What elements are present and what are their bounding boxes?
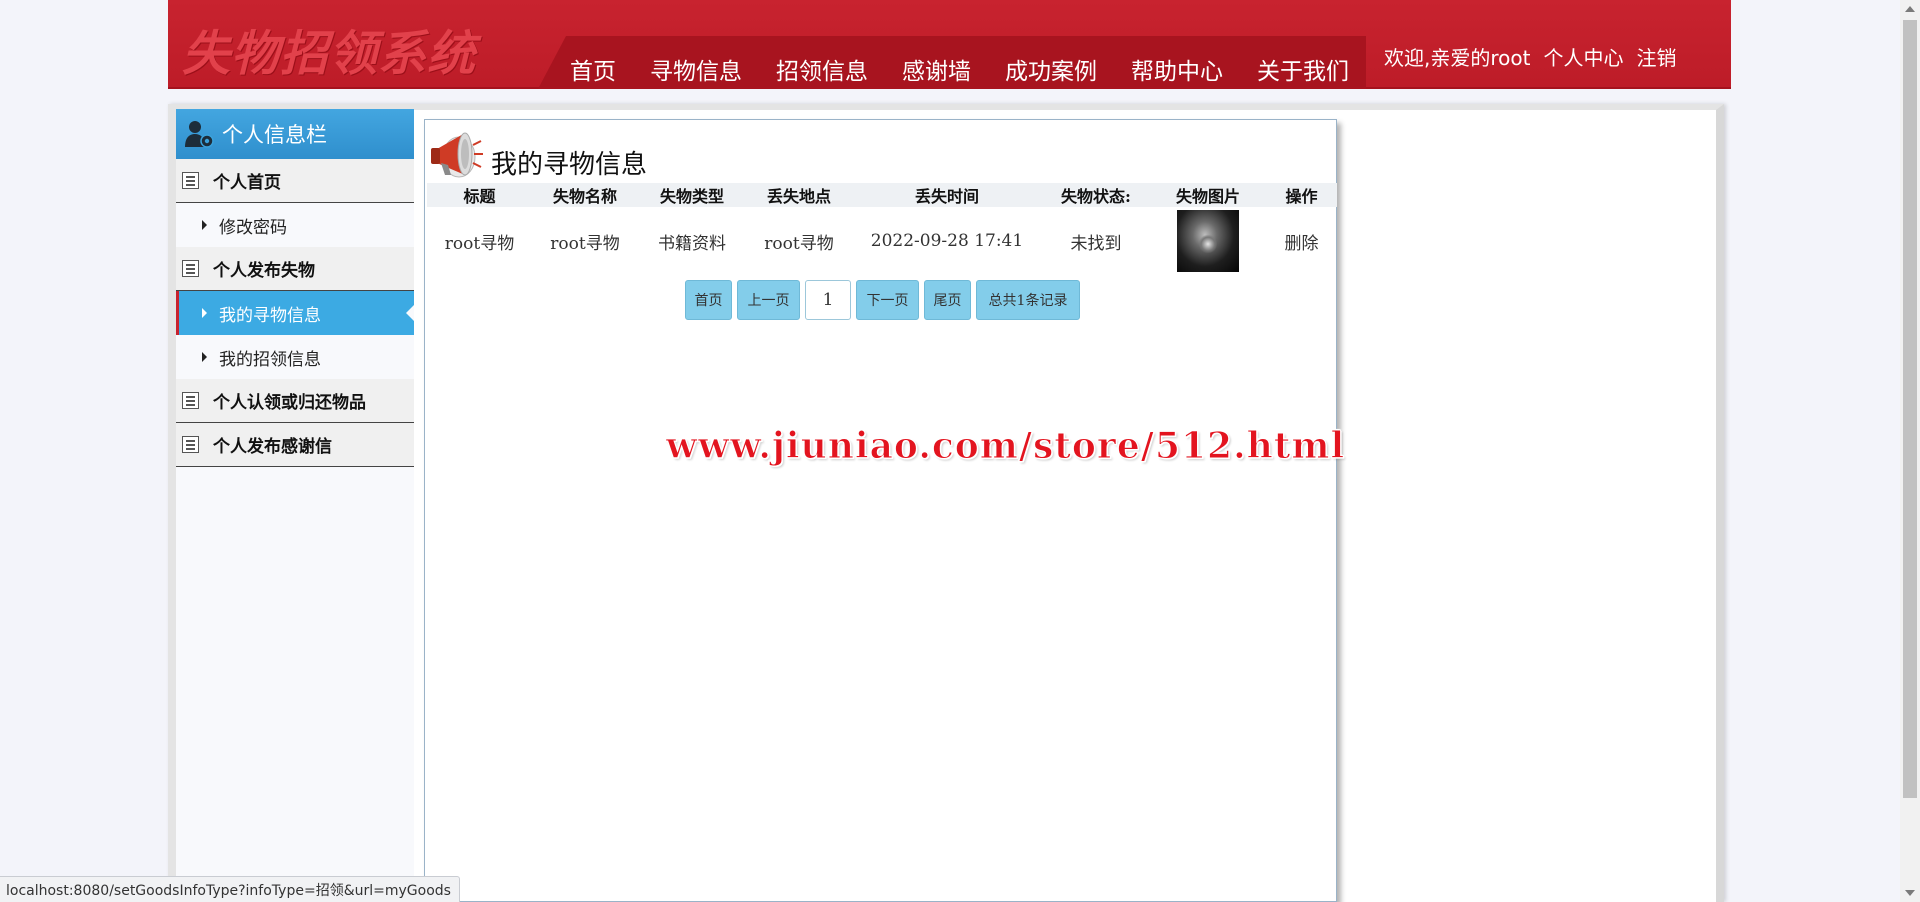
total-records-label: 总共1条记录 <box>976 280 1080 320</box>
site-header: 失物招领系统 首页 寻物信息 招领信息 感谢墙 成功案例 帮助中心 关于我们 欢… <box>168 0 1731 89</box>
site-logo[interactable]: 失物招领系统 <box>182 14 476 84</box>
user-area: 欢迎,亲爱的root 个人中心 注销 <box>1384 42 1676 71</box>
nav-item-about[interactable]: 关于我们 <box>1240 52 1366 86</box>
nav-item-found-info[interactable]: 招领信息 <box>759 52 885 86</box>
cell-action: 删除 <box>1266 207 1337 275</box>
sidebar-item-my-found-info[interactable]: 我的招领信息 <box>176 335 414 379</box>
cell-location: root寻物 <box>764 233 834 254</box>
document-icon <box>182 172 199 189</box>
scrollbar-thumb[interactable] <box>1903 20 1917 798</box>
page-number-input[interactable] <box>805 280 851 320</box>
main-panel: 我的寻物信息 标题 失物名称 失物类型 丢失地点 丢失时间 失物状态: 失物图片… <box>424 119 1337 902</box>
lost-items-table: 标题 失物名称 失物类型 丢失地点 丢失时间 失物状态: 失物图片 操作 roo… <box>427 183 1337 275</box>
main-nav: 首页 寻物信息 招领信息 感谢墙 成功案例 帮助中心 关于我们 <box>553 52 1366 86</box>
logout-link[interactable]: 注销 <box>1636 42 1676 71</box>
caret-right-icon <box>202 352 207 362</box>
pagination: 首页 上一页 下一页 尾页 总共1条记录 <box>685 280 1080 320</box>
scroll-up-arrow-icon[interactable] <box>1905 6 1915 12</box>
prev-page-button[interactable]: 上一页 <box>737 280 800 320</box>
sidebar-section-claim-return[interactable]: 个人认领或归还物品 <box>176 379 414 423</box>
next-page-button[interactable]: 下一页 <box>856 280 919 320</box>
item-photo[interactable] <box>1177 210 1239 272</box>
sidebar-section-home[interactable]: 个人首页 <box>176 159 414 203</box>
cell-time: 2022-09-28 17:41 <box>870 231 1024 251</box>
table-header-row: 标题 失物名称 失物类型 丢失地点 丢失时间 失物状态: 失物图片 操作 <box>427 183 1337 207</box>
sidebar-section-label: 个人认领或归还物品 <box>213 393 366 413</box>
sidebar-section-published-lost[interactable]: 个人发布失物 <box>176 247 414 291</box>
scroll-down-arrow-icon[interactable] <box>1905 890 1915 896</box>
column-header: 失物图片 <box>1150 183 1266 207</box>
nav-item-lost-info[interactable]: 寻物信息 <box>633 52 759 86</box>
sidebar-section-label: 个人发布感谢信 <box>213 437 332 457</box>
column-header: 失物名称 <box>532 183 638 207</box>
cell-type: 书籍资料 <box>658 233 726 254</box>
column-header: 失物类型 <box>638 183 746 207</box>
nav-item-home[interactable]: 首页 <box>553 52 633 86</box>
column-header: 丢失时间 <box>852 183 1042 207</box>
nav-item-help[interactable]: 帮助中心 <box>1114 52 1240 86</box>
column-header: 标题 <box>427 183 532 207</box>
first-page-button[interactable]: 首页 <box>685 280 732 320</box>
document-icon <box>182 436 199 453</box>
sidebar-section-label: 个人发布失物 <box>213 261 315 281</box>
vertical-scrollbar[interactable] <box>1900 0 1920 902</box>
page-title: 我的寻物信息 <box>491 150 648 180</box>
delete-link[interactable]: 删除 <box>1285 234 1319 254</box>
watermark: www.jiuniao.com/store/512.html <box>665 425 1346 468</box>
nav-item-thanks-wall[interactable]: 感谢墙 <box>885 52 988 86</box>
column-header: 丢失地点 <box>746 183 852 207</box>
cell-name: root寻物 <box>550 233 620 254</box>
column-header: 操作 <box>1266 183 1337 207</box>
megaphone-icon <box>429 123 485 181</box>
user-settings-icon <box>184 119 214 149</box>
sidebar-section-thanks-letter[interactable]: 个人发布感谢信 <box>176 423 414 467</box>
document-icon <box>182 392 199 409</box>
panel-header: 我的寻物信息 <box>429 123 647 181</box>
table-row: root寻物 root寻物 书籍资料 root寻物 2022-09-28 17:… <box>427 207 1337 275</box>
sidebar-title-text: 个人信息栏 <box>222 123 327 147</box>
user-center-link[interactable]: 个人中心 <box>1543 42 1623 71</box>
caret-right-icon <box>202 220 207 230</box>
last-page-button[interactable]: 尾页 <box>924 280 971 320</box>
caret-right-icon <box>202 308 207 318</box>
sidebar-item-label: 修改密码 <box>219 217 287 238</box>
sidebar-section-label: 个人首页 <box>213 173 281 193</box>
sidebar: 个人信息栏 个人首页 修改密码 个人发布失物 我的寻物信息 我的招领信息 个人认… <box>176 109 414 902</box>
sidebar-item-my-lost-info[interactable]: 我的寻物信息 <box>176 291 414 335</box>
sidebar-item-label: 我的招领信息 <box>219 349 321 370</box>
document-icon <box>182 260 199 277</box>
sidebar-item-change-password[interactable]: 修改密码 <box>176 203 414 247</box>
cell-title: root寻物 <box>444 233 515 254</box>
nav-item-success-cases[interactable]: 成功案例 <box>988 52 1114 86</box>
sidebar-title: 个人信息栏 <box>176 109 414 159</box>
browser-status-bar: localhost:8080/setGoodsInfoType?infoType… <box>0 876 460 902</box>
cell-image <box>1150 207 1266 275</box>
column-header: 失物状态: <box>1042 183 1150 207</box>
cell-status: 未找到 <box>1070 233 1122 254</box>
sidebar-item-label: 我的寻物信息 <box>219 305 321 326</box>
welcome-text: 欢迎,亲爱的root <box>1384 46 1531 70</box>
